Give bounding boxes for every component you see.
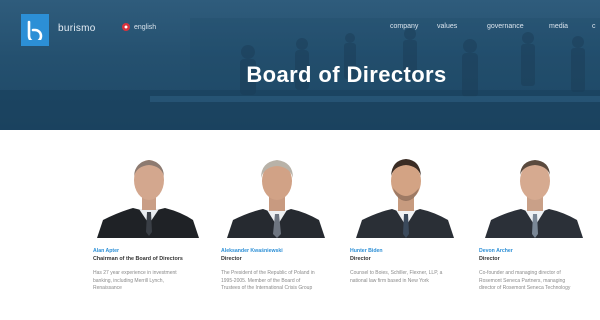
board-member-card: Aleksander Kwaśniewski Director The Pres…: [217, 154, 335, 292]
board-member-card: Hunter Biden Director Counsel to Boies, …: [346, 154, 464, 285]
member-photo: [217, 154, 335, 238]
nav-item-values[interactable]: values: [437, 23, 457, 30]
board-member-card: Alan Apter Chairman of the Board of Dire…: [89, 154, 207, 292]
board-members-grid: Alan Apter Chairman of the Board of Dire…: [0, 154, 600, 320]
member-photo: [475, 154, 593, 238]
brand-name[interactable]: burismo: [58, 23, 96, 34]
member-role: Director: [221, 256, 242, 262]
portrait-image: [485, 160, 583, 238]
member-bio: Counsel to Boies, Schiller, Flexner, LLP…: [350, 270, 443, 284]
language-selector[interactable]: english: [122, 23, 156, 31]
member-bio: The President of the Republic of Poland …: [221, 270, 315, 291]
board-member-card: Devon Archer Director Co-founder and man…: [475, 154, 593, 292]
member-name: Alan Apter: [93, 248, 120, 254]
portrait-image: [227, 160, 325, 238]
member-photo: [346, 154, 464, 238]
logo-mark-icon: [27, 20, 43, 40]
portrait-image: [97, 160, 199, 238]
member-role: Director: [350, 256, 371, 262]
member-role: Chairman of the Board of Directors: [93, 256, 183, 262]
nav-item-governance[interactable]: governance: [487, 23, 524, 30]
member-name: Devon Archer: [479, 248, 513, 254]
hero-banner: burismo english company values governanc…: [0, 0, 600, 130]
portrait-image: [356, 159, 454, 238]
member-name: Aleksander Kwaśniewski: [221, 248, 283, 254]
nav-item-company[interactable]: company: [390, 23, 418, 30]
page-title: Board of Directors: [246, 62, 447, 87]
logo[interactable]: [21, 14, 49, 46]
nav-item-overflow[interactable]: c: [592, 23, 596, 30]
member-name: Hunter Biden: [350, 248, 383, 254]
member-bio: Has 27 year experience in investment ban…: [93, 270, 177, 291]
member-bio: Co-founder and managing director of Rose…: [479, 270, 571, 291]
nav-item-media[interactable]: media: [549, 23, 568, 30]
language-label: english: [134, 23, 157, 31]
member-role: Director: [479, 256, 500, 262]
member-photo: [89, 154, 207, 238]
flag-icon: [122, 23, 130, 31]
